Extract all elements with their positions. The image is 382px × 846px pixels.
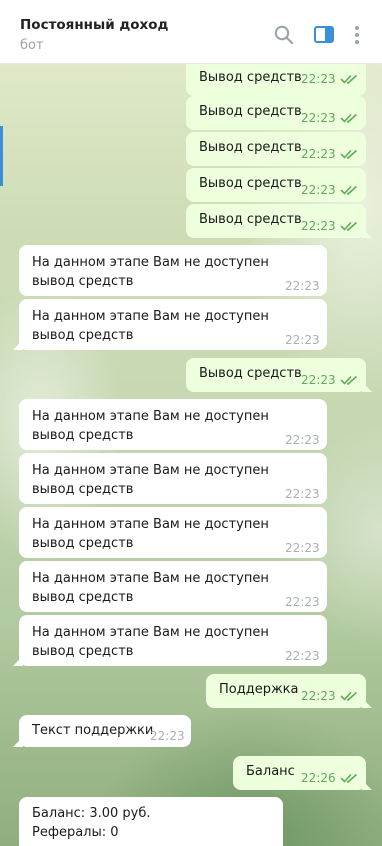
message-incoming[interactable]: На данном этапе Вам не доступен вывод ср… — [19, 453, 327, 504]
message-outgoing[interactable]: Вывод средств 22:23 — [186, 168, 366, 202]
more-vertical-icon[interactable] — [350, 24, 364, 46]
message-incoming[interactable]: Текст поддержки 22:23 — [13, 715, 191, 747]
bubble-tail — [362, 780, 372, 790]
message-incoming[interactable]: На данном этапе Вам не доступен вывод ср… — [13, 615, 327, 666]
message-incoming-balance[interactable]: Баланс: 3.00 руб. Рефералы: 0 — [19, 797, 283, 846]
message-outgoing[interactable]: Вывод средств 22:23 — [186, 204, 372, 238]
message-time: 22:23 — [285, 279, 320, 293]
double-check-icon — [340, 185, 358, 195]
message-incoming[interactable]: На данном этапе Вам не доступен вывод ср… — [19, 245, 327, 296]
message-text: Вывод средств — [199, 70, 302, 85]
chat-title[interactable]: Постоянный доход — [20, 17, 168, 33]
message-outgoing[interactable]: Вывод средств 22:23 — [186, 96, 366, 130]
bubble-tail — [362, 382, 372, 392]
message-outgoing[interactable]: Баланс 22:26 — [233, 756, 372, 790]
message-time: 22:23 — [301, 219, 336, 233]
referrals-line: Рефералы: 0 — [32, 825, 119, 840]
message-text: На данном этапе Вам не доступен вывод ср… — [32, 409, 269, 443]
message-incoming[interactable]: На данном этапе Вам не доступен вывод ср… — [19, 561, 327, 612]
double-check-icon — [340, 113, 358, 123]
bubble-tail — [362, 228, 372, 238]
message-text: На данном этапе Вам не доступен вывод ср… — [32, 255, 269, 289]
chat-header: Постоянный доход бот — [0, 0, 382, 64]
message-time: 22:26 — [301, 771, 336, 785]
message-text: Текст поддержки — [32, 723, 154, 738]
message-time: 22:23 — [150, 729, 185, 743]
message-time: 22:23 — [301, 373, 336, 387]
search-icon[interactable] — [273, 24, 295, 46]
double-check-icon — [340, 691, 358, 701]
message-time: 22:23 — [301, 72, 336, 86]
double-check-icon — [340, 149, 358, 159]
message-text: На данном этапе Вам не доступен вывод ср… — [32, 625, 269, 659]
message-text: Баланс — [246, 764, 295, 779]
message-time: 22:23 — [285, 595, 320, 609]
message-text: На данном этапе Вам не доступен вывод ср… — [32, 309, 269, 343]
bubble-tail — [362, 698, 372, 708]
message-incoming[interactable]: На данном этапе Вам не доступен вывод ср… — [13, 299, 327, 350]
message-text: Вывод средств — [199, 366, 302, 381]
double-check-icon — [340, 375, 358, 385]
chat-subtitle: бот — [20, 38, 44, 53]
message-time: 22:23 — [285, 487, 320, 501]
message-time: 22:23 — [301, 689, 336, 703]
message-text: На данном этапе Вам не доступен вывод ср… — [32, 571, 269, 605]
double-check-icon — [340, 221, 358, 231]
message-text: Вывод средств — [199, 212, 302, 227]
message-text: Вывод средств — [199, 176, 302, 191]
double-check-icon — [340, 773, 358, 783]
message-text: Вывод средств — [199, 104, 302, 119]
active-chat-indicator — [0, 126, 3, 186]
sidebar-toggle-icon[interactable] — [313, 24, 335, 46]
message-time: 22:23 — [285, 541, 320, 555]
message-time: 22:23 — [301, 111, 336, 125]
message-text: Вывод средств — [199, 140, 302, 155]
bubble-tail — [13, 737, 23, 747]
message-time: 22:23 — [301, 183, 336, 197]
message-list[interactable]: Вывод средств 22:23 Вывод средств 22:23 … — [0, 64, 382, 846]
bubble-tail — [13, 340, 23, 350]
message-time: 22:23 — [301, 147, 336, 161]
message-outgoing[interactable]: Вывод средств 22:23 — [186, 132, 366, 166]
message-time: 22:23 — [285, 649, 320, 663]
message-time: 22:23 — [285, 333, 320, 347]
balance-line: Баланс: 3.00 руб. — [32, 806, 151, 821]
double-check-icon — [340, 74, 358, 84]
message-text: На данном этапе Вам не доступен вывод ср… — [32, 463, 269, 497]
message-incoming[interactable]: На данном этапе Вам не доступен вывод ср… — [19, 507, 327, 558]
message-time: 22:23 — [285, 433, 320, 447]
message-text: На данном этапе Вам не доступен вывод ср… — [32, 517, 269, 551]
message-text: Поддержка — [219, 682, 299, 697]
message-outgoing[interactable]: Поддержка 22:23 — [206, 674, 372, 708]
bubble-tail — [13, 656, 23, 666]
message-outgoing[interactable]: Вывод средств 22:23 — [186, 358, 372, 392]
message-outgoing[interactable]: Вывод средств 22:23 — [186, 64, 366, 96]
message-incoming[interactable]: На данном этапе Вам не доступен вывод ср… — [19, 399, 327, 450]
